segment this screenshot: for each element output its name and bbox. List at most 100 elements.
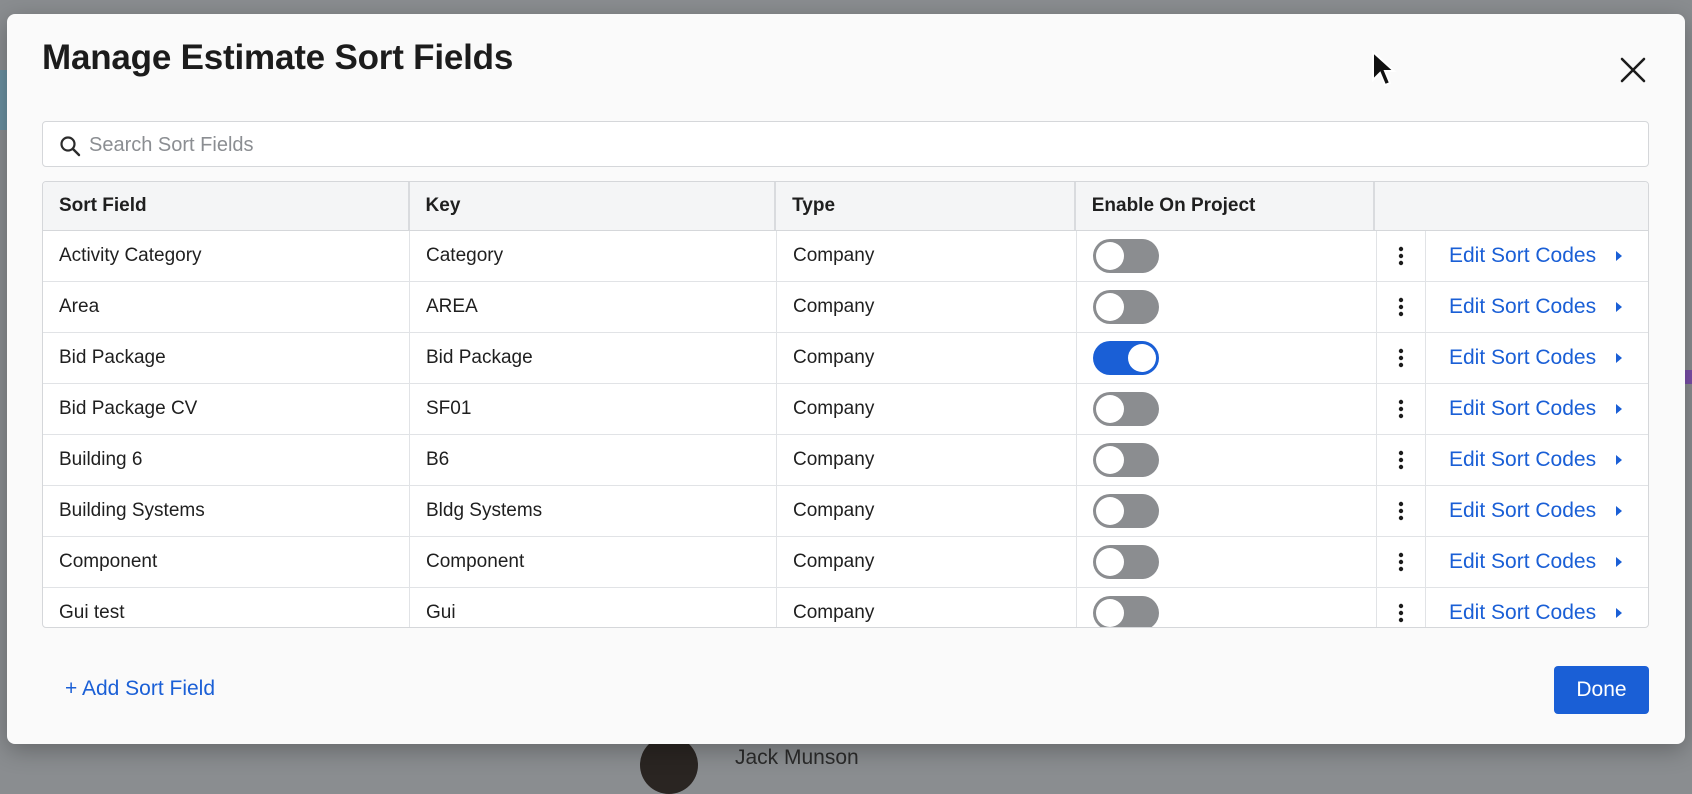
sort-field-key: Category: [410, 231, 777, 281]
enable-on-project-toggle[interactable]: [1093, 290, 1159, 324]
enable-cell: [1077, 435, 1377, 485]
background-user-name: Jack Munson: [735, 746, 859, 769]
row-menu-cell: [1377, 282, 1426, 332]
sort-field-type: Company: [777, 537, 1077, 587]
row-menu-cell: [1377, 435, 1426, 485]
sort-field-name: Building 6: [43, 435, 410, 485]
edit-sort-codes-link[interactable]: Edit Sort Codes: [1449, 295, 1624, 319]
sort-field-type: Company: [777, 333, 1077, 383]
edit-sort-codes-link[interactable]: Edit Sort Codes: [1449, 499, 1624, 523]
more-options-icon[interactable]: [1389, 295, 1413, 319]
background-avatar: [640, 736, 698, 794]
enable-cell: [1077, 282, 1377, 332]
edit-sort-codes-label: Edit Sort Codes: [1449, 244, 1597, 267]
row-menu-cell: [1377, 537, 1426, 587]
edit-sort-codes-link[interactable]: Edit Sort Codes: [1449, 397, 1624, 421]
table-row: Bid Package Bid Package Company Edit Sort C…: [43, 333, 1648, 384]
edit-sort-codes-link[interactable]: Edit Sort Codes: [1449, 244, 1624, 268]
edit-sort-codes-label: Edit Sort Codes: [1449, 295, 1597, 318]
enable-cell: [1077, 231, 1377, 281]
toggle-knob: [1096, 395, 1124, 423]
sort-field-name: Activity Category: [43, 231, 410, 281]
caret-right-icon: [1616, 506, 1623, 516]
edit-sort-codes-link[interactable]: Edit Sort Codes: [1449, 448, 1624, 472]
table-row: Building 6 B6 Company Edit Sort Codes: [43, 435, 1648, 486]
edit-sort-codes-label: Edit Sort Codes: [1449, 499, 1597, 522]
sort-field-name: Gui test: [43, 588, 410, 627]
enable-on-project-toggle[interactable]: [1093, 341, 1159, 375]
edit-sort-codes-cell: Edit Sort Codes: [1426, 333, 1648, 383]
toggle-knob: [1096, 242, 1124, 270]
caret-right-icon: [1616, 455, 1623, 465]
edit-sort-codes-link[interactable]: Edit Sort Codes: [1449, 550, 1624, 574]
edit-sort-codes-cell: Edit Sort Codes: [1426, 537, 1648, 587]
search-input[interactable]: [87, 122, 1631, 168]
table-body: Activity Category Category Company Edit Sor…: [43, 231, 1648, 627]
sort-field-key: Bid Package: [410, 333, 777, 383]
manage-sort-fields-modal: Manage Estimate Sort Fields Sort Field K…: [7, 14, 1685, 744]
edit-sort-codes-cell: Edit Sort Codes: [1426, 435, 1648, 485]
column-header-sort-field[interactable]: Sort Field: [43, 182, 410, 230]
sort-field-type: Company: [777, 231, 1077, 281]
more-options-icon[interactable]: [1389, 601, 1413, 625]
toggle-knob: [1128, 344, 1156, 372]
sort-field-type: Company: [777, 435, 1077, 485]
edit-sort-codes-link[interactable]: Edit Sort Codes: [1449, 601, 1624, 625]
edit-sort-codes-label: Edit Sort Codes: [1449, 601, 1597, 624]
table-row: Activity Category Category Company Edit Sor…: [43, 231, 1648, 282]
more-options-icon[interactable]: [1389, 346, 1413, 370]
more-options-icon[interactable]: [1389, 397, 1413, 421]
sort-field-type: Company: [777, 384, 1077, 434]
enable-cell: [1077, 537, 1377, 587]
modal-title: Manage Estimate Sort Fields: [42, 38, 514, 77]
edit-sort-codes-cell: Edit Sort Codes: [1426, 588, 1648, 627]
edit-sort-codes-cell: Edit Sort Codes: [1426, 282, 1648, 332]
enable-on-project-toggle[interactable]: [1093, 443, 1159, 477]
search-box: [42, 121, 1649, 168]
enable-cell: [1077, 384, 1377, 434]
table-row: Bid Package CV SF01 Company Edit Sort Codes: [43, 384, 1648, 435]
sort-field-key: B6: [410, 435, 777, 485]
row-menu-cell: [1377, 588, 1426, 627]
sort-field-name: Component: [43, 537, 410, 587]
enable-on-project-toggle[interactable]: [1093, 494, 1159, 528]
more-options-icon[interactable]: [1389, 499, 1413, 523]
row-menu-cell: [1377, 333, 1426, 383]
sort-field-type: Company: [777, 486, 1077, 536]
close-icon: [1620, 57, 1646, 83]
sort-field-key: Gui: [410, 588, 777, 627]
column-header-enable-on-project[interactable]: Enable On Project: [1076, 182, 1376, 230]
edit-sort-codes-cell: Edit Sort Codes: [1426, 384, 1648, 434]
column-header-type[interactable]: Type: [776, 182, 1076, 230]
enable-on-project-toggle[interactable]: [1093, 392, 1159, 426]
edit-sort-codes-label: Edit Sort Codes: [1449, 346, 1597, 369]
more-options-icon[interactable]: [1389, 448, 1413, 472]
enable-on-project-toggle[interactable]: [1093, 239, 1159, 273]
add-sort-field-button[interactable]: + Add Sort Field: [65, 677, 215, 701]
enable-cell: [1077, 486, 1377, 536]
sort-field-type: Company: [777, 282, 1077, 332]
edit-sort-codes-label: Edit Sort Codes: [1449, 550, 1597, 573]
edit-sort-codes-link[interactable]: Edit Sort Codes: [1449, 346, 1624, 370]
enable-cell: [1077, 333, 1377, 383]
column-header-actions: [1375, 182, 1648, 230]
edit-sort-codes-cell: Edit Sort Codes: [1426, 486, 1648, 536]
toggle-knob: [1096, 293, 1124, 321]
mouse-cursor-icon: [1372, 50, 1397, 87]
caret-right-icon: [1616, 251, 1623, 261]
sort-field-name: Building Systems: [43, 486, 410, 536]
toggle-knob: [1096, 548, 1124, 576]
table-row: Gui test Gui Company Edit Sort Codes: [43, 588, 1648, 627]
sort-field-type: Company: [777, 588, 1077, 627]
background-strip-left: [0, 70, 7, 130]
close-button[interactable]: [1613, 50, 1653, 90]
done-button[interactable]: Done: [1554, 666, 1649, 714]
more-options-icon[interactable]: [1389, 244, 1413, 268]
enable-on-project-toggle[interactable]: [1093, 545, 1159, 579]
sort-field-key: AREA: [410, 282, 777, 332]
more-options-icon[interactable]: [1389, 550, 1413, 574]
caret-right-icon: [1616, 557, 1623, 567]
enable-on-project-toggle[interactable]: [1093, 596, 1159, 627]
column-header-key[interactable]: Key: [410, 182, 777, 230]
sort-field-key: SF01: [410, 384, 777, 434]
